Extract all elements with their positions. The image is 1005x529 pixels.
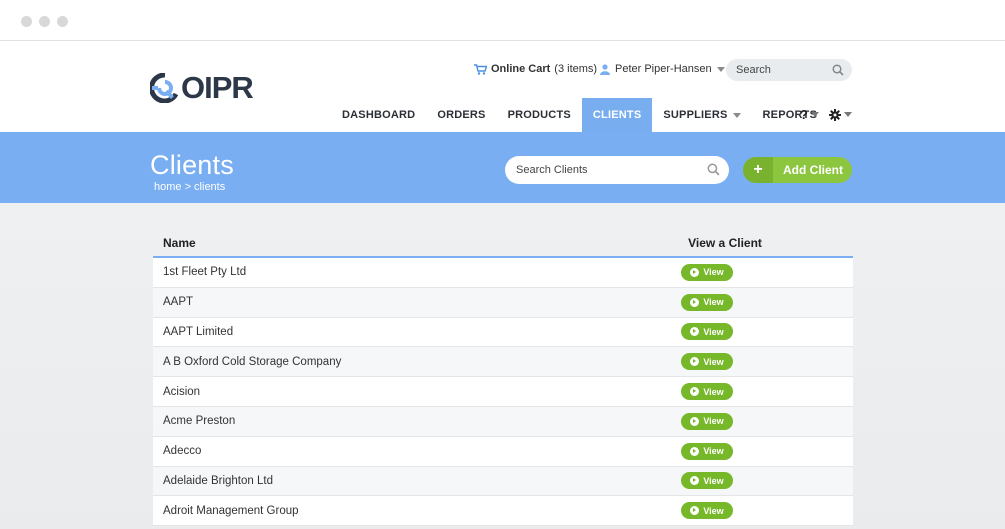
nav-dashboard[interactable]: DASHBOARD [331, 98, 426, 132]
arrow-right-circle-icon [690, 476, 700, 486]
client-name: Adecco [163, 445, 202, 458]
user-name: Peter Piper-Hansen [615, 63, 712, 75]
arrow-right-circle-icon [690, 297, 700, 307]
table-row: 1st Fleet Pty Ltd View [153, 258, 853, 288]
search-icon[interactable] [832, 64, 844, 76]
table-row: Acme Preston View [153, 406, 853, 437]
arrow-right-circle-icon [690, 387, 700, 397]
logo-q-icon [148, 72, 180, 104]
arrow-right-circle-icon [690, 446, 700, 456]
search-clients-placeholder: Search Clients [516, 164, 588, 176]
logo[interactable]: OIPR [148, 70, 254, 105]
table-row: Adelaide Brighton Ltd View [153, 466, 853, 497]
table-row: Adroit Management Group View [153, 496, 853, 527]
nav-orders-label: ORDERS [437, 109, 486, 121]
table-body: 1st Fleet Pty Ltd View AAPT View AAPT Limite… [153, 258, 853, 527]
column-header-view: View a Client [688, 236, 762, 250]
window-minimize-dot[interactable] [39, 16, 50, 27]
table-row: AAPT View [153, 287, 853, 318]
client-name: AAPT [163, 296, 194, 309]
global-search-input[interactable]: Search [726, 59, 852, 81]
view-client-button[interactable]: View [681, 263, 733, 281]
view-client-button[interactable]: View [681, 353, 733, 371]
client-name: A B Oxford Cold Storage Company [163, 355, 342, 368]
page-title: Clients [150, 150, 234, 180]
chevron-down-icon [716, 66, 725, 72]
chevron-down-icon [843, 112, 852, 117]
arrow-right-circle-icon [690, 357, 700, 367]
window-close-dot[interactable] [21, 16, 32, 27]
clients-table: Name View a Client 1st Fleet Pty Ltd View… [153, 230, 853, 527]
gear-icon [828, 108, 841, 121]
settings-menu[interactable] [828, 108, 852, 121]
client-name: AAPT Limited [163, 325, 234, 338]
table-header: Name View a Client [153, 230, 853, 258]
view-button-label: View [703, 386, 724, 397]
view-button-label: View [703, 505, 724, 516]
client-name: Acme Preston [163, 415, 236, 428]
table-row: A B Oxford Cold Storage Company View [153, 347, 853, 378]
view-button-label: View [703, 446, 724, 457]
search-icon[interactable] [707, 163, 720, 176]
view-client-button[interactable]: View [681, 323, 733, 341]
client-name: Acision [163, 385, 201, 398]
top-header: OIPR Online Cart (3 items) Peter Piper-H… [0, 41, 1005, 132]
nav-clients-label: CLIENTS [592, 109, 642, 121]
plus-icon: + [743, 157, 773, 183]
table-row: Adecco View [153, 436, 853, 467]
user-icon [600, 63, 610, 75]
cart-count: (3 items) [554, 63, 598, 75]
nav-products[interactable]: PRODUCTS [497, 98, 582, 132]
cart-icon [474, 63, 487, 75]
cart-label: Online Cart [491, 63, 551, 75]
view-button-label: View [703, 475, 724, 486]
nav-orders[interactable]: ORDERS [426, 98, 496, 132]
nav-products-label: PRODUCTS [507, 109, 571, 121]
global-search-placeholder: Search [736, 64, 771, 76]
view-button-label: View [703, 416, 724, 427]
arrow-right-circle-icon [690, 327, 700, 337]
add-client-label: Add Client [783, 163, 843, 177]
logo-text: OIPR [181, 70, 254, 105]
view-button-label: View [703, 326, 724, 337]
view-button-label: View [703, 297, 724, 308]
client-name: 1st Fleet Pty Ltd [163, 266, 247, 279]
view-client-button[interactable]: View [681, 412, 733, 430]
main-content: Name View a Client 1st Fleet Pty Ltd View… [0, 203, 1005, 529]
view-client-button[interactable]: View [681, 442, 733, 460]
chevron-down-icon [732, 112, 741, 118]
view-button-label: View [703, 267, 724, 278]
view-client-button[interactable]: View [681, 293, 733, 311]
client-name: Adelaide Brighton Ltd [163, 474, 273, 487]
add-client-button[interactable]: + Add Client [743, 157, 852, 183]
window-titlebar [0, 0, 1005, 41]
nav-suppliers[interactable]: SUPPLIERS [652, 98, 751, 132]
nav-utility-icons: ? [800, 107, 852, 122]
view-button-label: View [703, 356, 724, 367]
breadcrumb[interactable]: home > clients [154, 181, 225, 193]
arrow-right-circle-icon [690, 416, 700, 426]
help-icon: ? [800, 107, 808, 122]
view-client-button[interactable]: View [681, 383, 733, 401]
client-name: Adroit Management Group [163, 504, 299, 517]
table-row: Acision View [153, 377, 853, 407]
online-cart-link[interactable]: Online Cart (3 items) [474, 63, 597, 75]
nav-suppliers-label: SUPPLIERS [663, 109, 728, 121]
chevron-down-icon [810, 112, 819, 117]
help-menu[interactable]: ? [800, 107, 819, 122]
search-clients-input[interactable]: Search Clients [505, 156, 729, 184]
window-maximize-dot[interactable] [57, 16, 68, 27]
main-nav: DASHBOARD ORDERS PRODUCTS CLIENTS SUPPLI… [331, 98, 828, 132]
column-header-name[interactable]: Name [153, 236, 670, 250]
arrow-right-circle-icon [690, 506, 700, 516]
arrow-right-circle-icon [690, 267, 700, 277]
page-header-band: Clients home > clients Search Clients + … [0, 132, 1005, 203]
nav-dashboard-label: DASHBOARD [342, 109, 416, 121]
table-row: AAPT Limited View [153, 317, 853, 348]
nav-clients[interactable]: CLIENTS [581, 98, 653, 132]
view-client-button[interactable]: View [681, 502, 733, 520]
user-menu[interactable]: Peter Piper-Hansen [600, 63, 725, 75]
view-client-button[interactable]: View [681, 472, 733, 490]
